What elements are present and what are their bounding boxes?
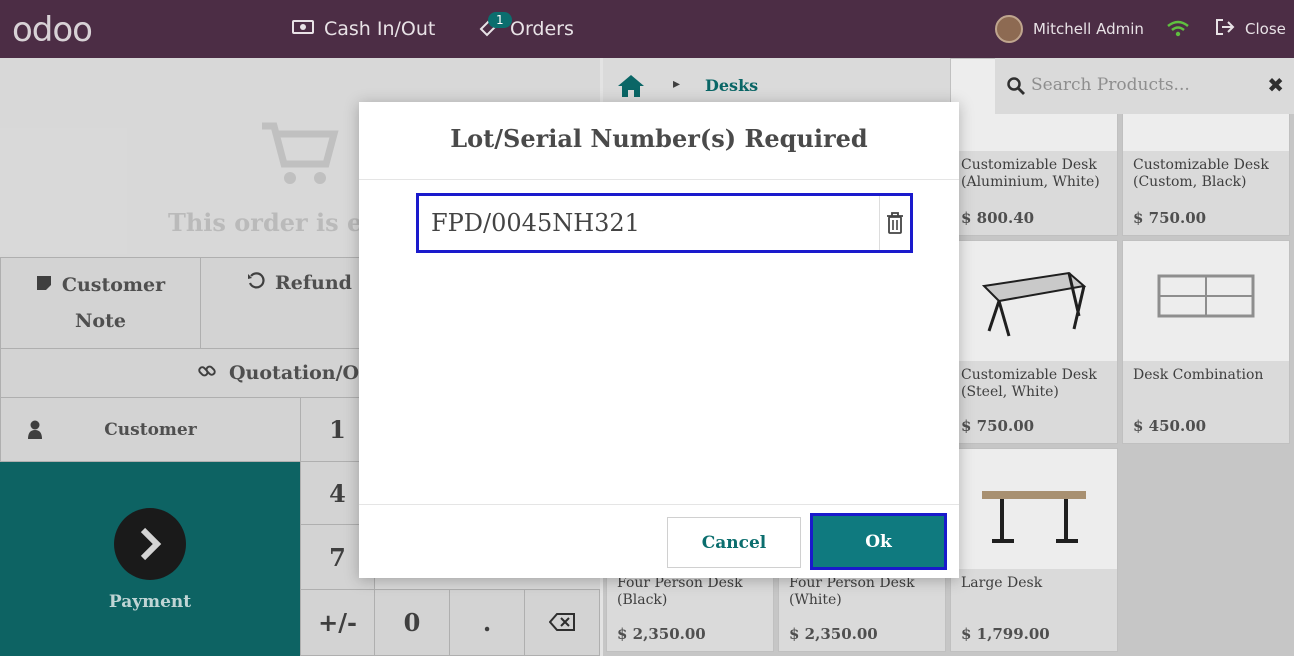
sign-out-icon bbox=[1215, 18, 1235, 40]
dialog-title: Lot/Serial Number(s) Required bbox=[450, 124, 868, 153]
odoo-logo: odoo bbox=[12, 10, 93, 50]
avatar bbox=[995, 15, 1023, 43]
user-menu[interactable]: Mitchell Admin bbox=[995, 0, 1144, 58]
close-label: Close bbox=[1245, 20, 1286, 38]
lot-number-input[interactable] bbox=[419, 196, 880, 250]
ok-button[interactable]: Ok bbox=[810, 513, 947, 570]
cash-icon bbox=[292, 18, 314, 40]
trash-icon[interactable] bbox=[880, 196, 910, 250]
divider bbox=[359, 504, 959, 505]
orders-button[interactable]: 1 Orders bbox=[478, 0, 574, 58]
cash-in-out-button[interactable]: Cash In/Out bbox=[292, 0, 435, 58]
lot-number-row bbox=[416, 193, 913, 253]
cash-in-out-label: Cash In/Out bbox=[324, 18, 436, 40]
orders-count-badge: 1 bbox=[488, 12, 512, 28]
orders-label: Orders bbox=[510, 18, 574, 40]
divider bbox=[359, 179, 959, 180]
close-button[interactable]: Close bbox=[1215, 0, 1286, 58]
top-bar: odoo Cash In/Out 1 Orders Mitchell Admin… bbox=[0, 0, 1294, 58]
cancel-button[interactable]: Cancel bbox=[667, 517, 801, 568]
lot-serial-dialog: Lot/Serial Number(s) Required Cancel Ok bbox=[359, 102, 959, 578]
user-name: Mitchell Admin bbox=[1033, 20, 1144, 38]
wifi-icon[interactable] bbox=[1166, 0, 1190, 58]
